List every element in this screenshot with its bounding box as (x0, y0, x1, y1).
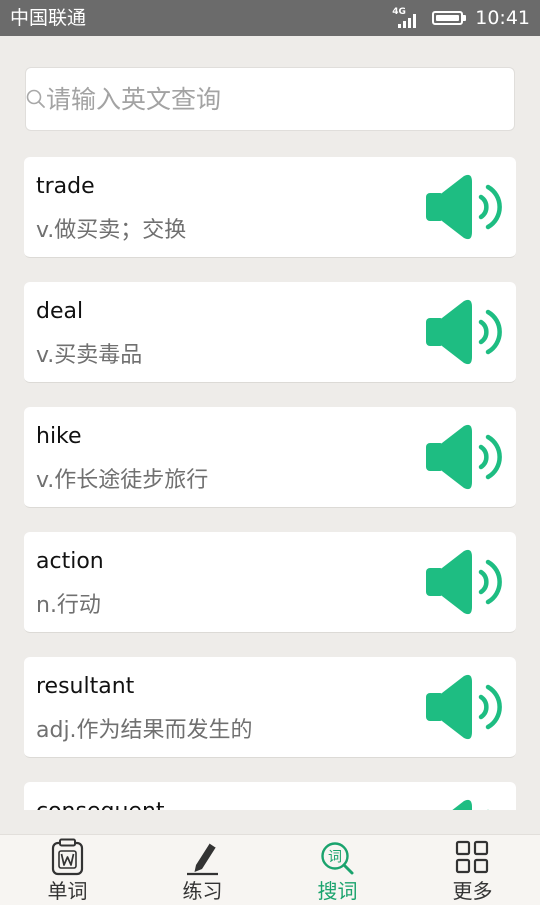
speaker-icon (426, 674, 502, 740)
speaker-icon (452, 799, 490, 810)
nav-label-words: 单词 (47, 879, 88, 903)
word-meaning: adj.作为结果而发生的 (36, 718, 253, 743)
status-bar: 中国联通 4G 10:41 (0, 0, 540, 36)
status-indicators: 4G 10:41 (392, 0, 530, 36)
pronounce-button[interactable] (424, 424, 508, 490)
word-card[interactable]: action n.行动 (24, 532, 516, 633)
word-text: resultant (36, 674, 135, 699)
word-card[interactable]: hike v.作长途徒步旅行 (24, 407, 516, 508)
word-meaning: v.做买卖；交换 (36, 218, 187, 243)
word-card[interactable]: trade v.做买卖；交换 (24, 157, 516, 258)
pronounce-button[interactable] (424, 674, 508, 740)
status-time: 10:41 (475, 7, 530, 29)
nav-label-more: 更多 (452, 879, 493, 903)
search-box[interactable] (25, 67, 515, 131)
nav-item-search-word[interactable]: 词 搜词 (270, 835, 405, 905)
signal-bars-icon (398, 14, 418, 28)
grid-icon (455, 840, 489, 874)
speaker-icon (426, 174, 502, 240)
pronounce-button[interactable] (424, 299, 508, 365)
pronounce-button[interactable] (424, 799, 508, 810)
speaker-icon (426, 549, 502, 615)
pencil-icon (187, 842, 218, 876)
pronounce-button[interactable] (424, 174, 508, 240)
word-meaning: v.作长途徒步旅行 (36, 468, 209, 493)
word-text: consequent (36, 798, 165, 810)
nav-label-practice: 练习 (182, 879, 223, 903)
word-card[interactable]: resultant adj.作为结果而发生的 (24, 657, 516, 758)
svg-text:词: 词 (328, 850, 342, 866)
nav-label-search-word: 搜词 (317, 879, 358, 903)
search-input[interactable] (46, 68, 506, 130)
pronounce-button[interactable] (424, 549, 508, 615)
nav-item-practice[interactable]: 练习 (135, 835, 270, 905)
notebook-w-icon (51, 838, 84, 876)
word-list[interactable]: trade v.做买卖；交换 deal v.买卖毒品 hike v.作长途徒步旅… (0, 157, 540, 810)
word-text: deal (36, 299, 84, 324)
bottom-nav: 单词 练习 词 搜词 更多 (0, 834, 540, 905)
word-text: hike (36, 424, 82, 449)
search-icon (26, 89, 45, 108)
word-text: trade (36, 174, 95, 199)
speaker-icon (426, 424, 502, 490)
search-word-icon: 词 (321, 842, 354, 875)
nav-item-more[interactable]: 更多 (405, 835, 540, 905)
word-meaning: v.买卖毒品 (36, 343, 143, 368)
speaker-icon (426, 299, 502, 365)
word-card[interactable]: consequent (24, 782, 516, 810)
battery-icon (432, 11, 467, 25)
word-meaning: n.行动 (36, 593, 101, 618)
word-text: action (36, 549, 104, 574)
signal-indicator: 4G (392, 6, 422, 30)
word-card[interactable]: deal v.买卖毒品 (24, 282, 516, 383)
nav-item-words[interactable]: 单词 (0, 835, 135, 905)
carrier-label: 中国联通 (10, 7, 87, 29)
